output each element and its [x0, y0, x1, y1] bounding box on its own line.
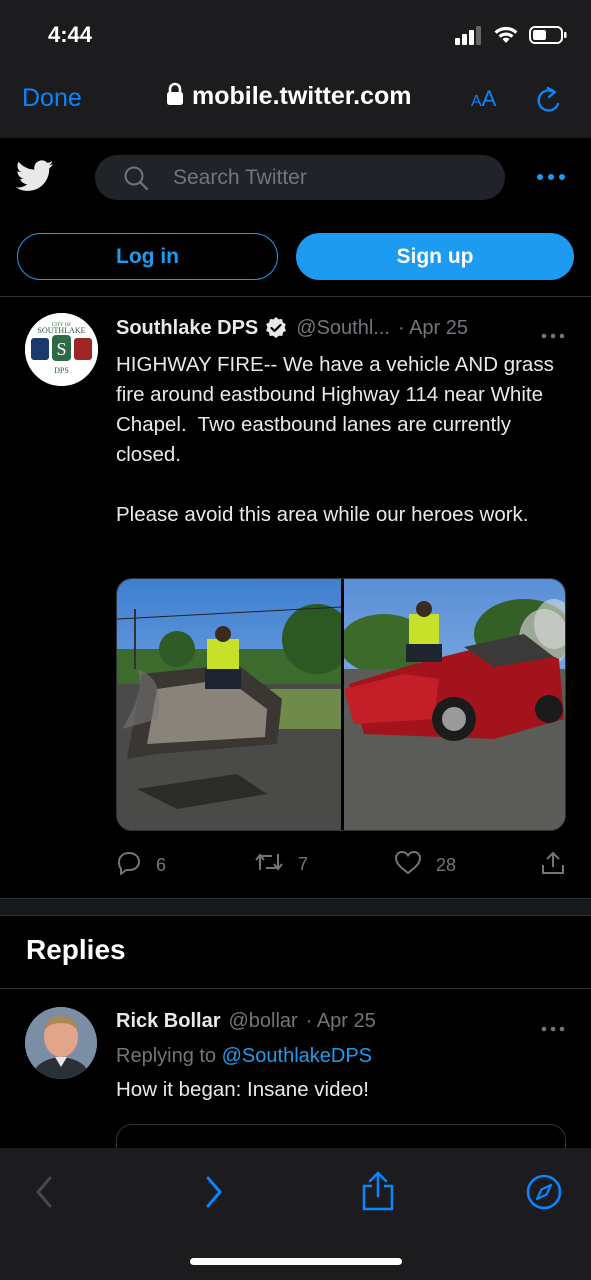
text-size-button[interactable]: AA: [471, 86, 496, 112]
browser-address-bar: Done mobile.twitter.com AA: [0, 70, 591, 138]
reply-header: Rick Bollar @bollar · Apr 25: [116, 1010, 376, 1033]
retweet-icon: [254, 850, 284, 879]
tweet-more-icon[interactable]: [541, 326, 565, 344]
replying-prefix: Replying to: [116, 1045, 222, 1067]
avatar-logo-text-main: SOUTHLAKE: [38, 326, 86, 335]
replying-to-mention[interactable]: @SouthlakeDPS: [222, 1045, 372, 1067]
status-bar: 4:44: [0, 0, 591, 70]
tweet-avatar[interactable]: CITY OF SOUTHLAKE S DPS: [25, 313, 98, 386]
replies-heading: Replies: [26, 934, 126, 965]
heart-icon: [394, 850, 422, 881]
share-action[interactable]: [540, 850, 566, 881]
replying-to: Replying to @SouthlakeDPS: [116, 1045, 372, 1068]
section-divider: [0, 898, 591, 916]
back-icon[interactable]: [32, 1174, 56, 1210]
tweet-photo-1[interactable]: [117, 579, 341, 830]
reply-action[interactable]: 6: [116, 850, 166, 881]
forward-icon[interactable]: [202, 1174, 226, 1210]
share-icon: [540, 850, 566, 881]
divider: [0, 988, 591, 989]
lock-icon: [166, 82, 184, 111]
more-options-icon[interactable]: [536, 168, 566, 186]
tweet-author-name[interactable]: Southlake DPS: [116, 317, 258, 340]
retweet-count: 7: [298, 854, 309, 874]
tweet-date[interactable]: · Apr 25: [398, 317, 468, 340]
divider: [0, 296, 591, 297]
tweet-text: HIGHWAY FIRE-- We have a vehicle AND gra…: [116, 353, 554, 526]
login-button[interactable]: Log in: [17, 233, 278, 280]
home-indicator: [190, 1258, 402, 1265]
url-field[interactable]: mobile.twitter.com: [166, 82, 411, 111]
cellular-signal-icon: [455, 25, 483, 50]
tweet-author-handle[interactable]: @Southl...: [296, 317, 390, 340]
twitter-bird-icon[interactable]: [15, 160, 54, 197]
reply-author-handle[interactable]: @bollar: [228, 1010, 297, 1033]
reply-avatar[interactable]: [25, 1007, 97, 1079]
like-count: 28: [436, 855, 457, 875]
signup-button[interactable]: Sign up: [296, 233, 574, 280]
search-icon: [123, 165, 149, 191]
tweet-actions: 6 7 28: [116, 850, 566, 880]
reply-icon: [116, 850, 142, 881]
verified-badge-icon: [264, 316, 288, 340]
tweet-photo-2[interactable]: [341, 579, 565, 830]
reply-text: How it began: Insane video!: [116, 1078, 369, 1101]
battery-icon: [529, 25, 567, 50]
reply-date[interactable]: · Apr 25: [306, 1010, 376, 1033]
twitter-header: [0, 138, 591, 218]
like-action[interactable]: 28: [394, 850, 456, 881]
url-text: mobile.twitter.com: [192, 82, 412, 110]
tweet-header: Southlake DPS @Southl... · Apr 25: [116, 316, 468, 340]
share-sheet-icon[interactable]: [360, 1170, 396, 1212]
reply-more-icon[interactable]: [541, 1019, 565, 1037]
auth-buttons: Log in Sign up: [17, 233, 574, 281]
retweet-action[interactable]: 7: [254, 850, 308, 879]
tweet-media[interactable]: [116, 578, 566, 831]
status-icons: [455, 25, 567, 50]
status-time: 4:44: [48, 22, 93, 47]
done-button[interactable]: Done: [22, 84, 82, 113]
search-box[interactable]: [95, 155, 505, 200]
reply-author-name[interactable]: Rick Bollar: [116, 1010, 220, 1033]
wifi-icon: [493, 25, 519, 50]
reload-icon[interactable]: [534, 84, 564, 121]
svg-text:S: S: [56, 339, 66, 359]
avatar-logo-text-bottom: DPS: [54, 366, 69, 375]
compass-icon[interactable]: [525, 1173, 563, 1211]
search-input[interactable]: [173, 165, 473, 190]
tweet[interactable]: CITY OF SOUTHLAKE S DPS Southlake DPS @S…: [0, 298, 591, 888]
reply-count: 6: [156, 855, 167, 875]
